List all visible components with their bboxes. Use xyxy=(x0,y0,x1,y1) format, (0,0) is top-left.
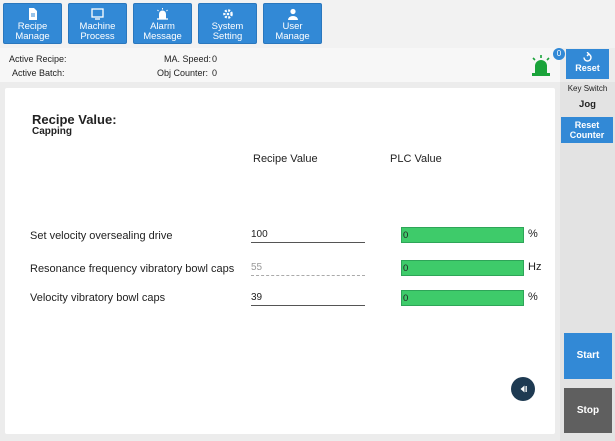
plc-value-text: 0 xyxy=(403,263,409,274)
reset-counter-line1: Reset xyxy=(574,120,600,130)
ma-speed-value: 0 xyxy=(212,54,218,64)
stop-label: Stop xyxy=(576,405,600,416)
recipe-value-text: 55 xyxy=(251,262,263,273)
nav-label-line2: Manage xyxy=(275,31,310,42)
nav-alarm-message-button[interactable]: Alarm Message xyxy=(133,3,192,44)
recipe-value-input[interactable]: 39 xyxy=(251,292,365,306)
nav-label-line2: Manage xyxy=(15,31,50,42)
recipe-value-text: 39 xyxy=(251,292,263,303)
unit-label: Hz xyxy=(528,261,542,273)
alarm-icon xyxy=(157,8,168,20)
alarm-count-badge: 0 xyxy=(553,48,565,60)
nav-user-manage-button[interactable]: User Manage xyxy=(263,3,322,44)
nav-label-line2: Process xyxy=(80,31,115,42)
document-icon xyxy=(28,8,37,20)
key-switch-value: Jog xyxy=(579,99,596,110)
start-label: Start xyxy=(576,350,600,361)
column-header-recipe-value: Recipe Value xyxy=(253,153,318,165)
monitor-icon xyxy=(91,8,104,20)
unit-label: % xyxy=(528,228,538,240)
column-header-plc-value: PLC Value xyxy=(390,153,442,165)
status-info-bar: Active Recipe: Active Batch: MA. Speed: … xyxy=(0,48,565,82)
arrow-left-icon xyxy=(520,385,527,393)
plc-value-indicator: 0 xyxy=(401,227,524,243)
collapse-panel-button[interactable] xyxy=(511,377,535,401)
plc-value-text: 0 xyxy=(403,293,409,304)
nav-recipe-manage-button[interactable]: Recipe Manage xyxy=(3,3,62,44)
recipe-value-input[interactable]: 100 xyxy=(251,229,365,243)
active-recipe-label: Active Recipe: xyxy=(9,54,67,64)
gear-icon xyxy=(222,9,233,19)
recipe-value-input: 55 xyxy=(251,262,365,276)
nav-system-setting-button[interactable]: System Setting xyxy=(198,3,257,44)
row-label: Velocity vibratory bowl caps xyxy=(30,292,166,304)
reset-counter-button[interactable]: Reset Counter xyxy=(561,117,613,143)
nav-label-line2: Message xyxy=(143,31,182,42)
obj-counter-label: Obj Counter: xyxy=(157,68,209,78)
reset-button[interactable]: Reset xyxy=(566,49,609,79)
plc-value-indicator: 0 xyxy=(401,290,524,306)
reset-counter-line2: Counter xyxy=(569,130,605,140)
user-icon xyxy=(287,8,298,20)
nav-machine-process-button[interactable]: Machine Process xyxy=(68,3,127,44)
nav-label-line2: Setting xyxy=(212,31,243,42)
start-button[interactable]: Start xyxy=(564,333,612,379)
reset-label: Reset xyxy=(575,63,600,73)
unit-label: % xyxy=(528,291,538,303)
refresh-icon xyxy=(583,52,592,62)
plc-value-text: 0 xyxy=(403,230,409,241)
key-switch-label: Key Switch xyxy=(567,84,608,93)
recipe-value-text: 100 xyxy=(251,229,268,240)
row-label: Set velocity oversealing drive xyxy=(30,230,173,242)
active-batch-label: Active Batch: xyxy=(12,68,65,78)
alarm-beacon-icon[interactable] xyxy=(530,54,552,78)
alarm-count: 0 xyxy=(556,49,562,58)
stop-button[interactable]: Stop xyxy=(564,388,612,433)
page-title: Recipe Value: xyxy=(32,112,117,127)
page-subtitle: Capping xyxy=(32,126,72,137)
ma-speed-label: MA. Speed: xyxy=(164,54,212,64)
row-label: Resonance frequency vibratory bowl caps xyxy=(30,263,235,275)
obj-counter-value: 0 xyxy=(212,68,218,78)
recipe-value-panel: Recipe Value: Capping Recipe Value PLC V… xyxy=(5,88,555,434)
top-nav-bar: Recipe Manage Machine Process Alarm Mess… xyxy=(0,0,615,48)
plc-value-indicator: 0 xyxy=(401,260,524,276)
